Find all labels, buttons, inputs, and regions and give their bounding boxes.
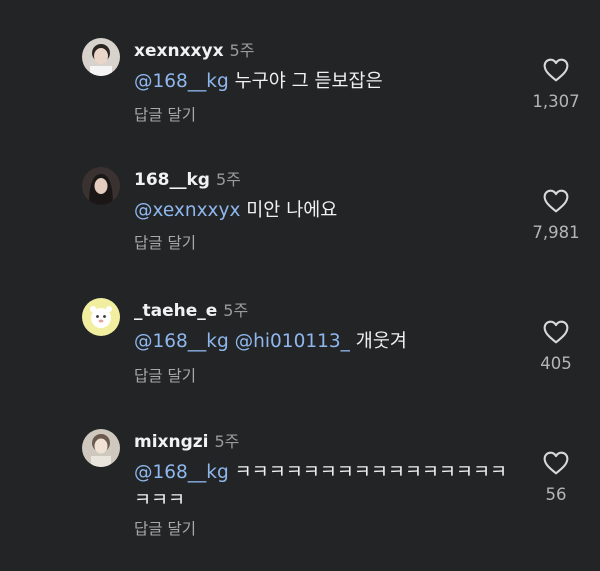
comment-text: @168__kg 누구야 그 듣보잡은 xyxy=(134,68,514,96)
heart-icon[interactable] xyxy=(543,189,569,213)
like-control: 7,981 xyxy=(516,189,596,242)
avatar-photo-icon xyxy=(82,167,120,205)
mention-link[interactable]: @hi010113_ xyxy=(235,331,350,352)
comment-header: xexnxxyx 5주 xyxy=(134,40,254,62)
like-count: 1,307 xyxy=(532,92,580,111)
comment-text: @xexnxxyx 미안 나에요 xyxy=(134,197,514,225)
heart-icon[interactable] xyxy=(543,451,569,475)
reply-button[interactable]: 답글 달기 xyxy=(134,231,196,253)
mention-link[interactable]: @xexnxxyx xyxy=(134,200,240,221)
avatar[interactable] xyxy=(82,298,120,336)
comment-header: _taehe_e 5주 xyxy=(134,300,248,322)
timestamp: 5주 xyxy=(229,41,255,60)
heart-icon[interactable] xyxy=(543,58,569,82)
avatar-photo-icon xyxy=(82,298,120,336)
like-count: 56 xyxy=(545,485,567,504)
avatar[interactable] xyxy=(82,429,120,467)
like-count: 405 xyxy=(540,354,572,373)
avatar[interactable] xyxy=(82,167,120,205)
comment-body: 누구야 그 듣보잡은 xyxy=(228,71,383,92)
username[interactable]: xexnxxyx xyxy=(134,41,224,61)
username[interactable]: mixngzi xyxy=(134,432,209,452)
reply-button[interactable]: 답글 달기 xyxy=(134,364,196,386)
reply-button[interactable]: 답글 달기 xyxy=(134,103,196,125)
timestamp: 5주 xyxy=(214,432,240,451)
comment-body: 개웃겨 xyxy=(349,331,407,352)
comment-body: 미안 나에요 xyxy=(240,200,338,221)
mention-link[interactable]: @168__kg xyxy=(134,71,229,92)
like-control: 1,307 xyxy=(516,58,596,111)
comment-header: 168__kg 5주 xyxy=(134,169,241,191)
avatar[interactable] xyxy=(82,38,120,76)
comment-header: mixngzi 5주 xyxy=(134,431,239,453)
avatar-photo-icon xyxy=(82,38,120,76)
reply-button[interactable]: 답글 달기 xyxy=(134,517,196,539)
heart-icon[interactable] xyxy=(543,320,569,344)
mention-link[interactable]: @168__kg xyxy=(134,331,229,352)
comment-text: @168__kg @hi010113_ 개웃겨 xyxy=(134,328,514,356)
comment-text: @168__kg ㅋㅋㅋㅋㅋㅋㅋㅋㅋㅋㅋㅋㅋㅋㅋㅋㅋㅋㅋ xyxy=(134,459,514,515)
mention-link[interactable]: @168__kg xyxy=(134,462,229,483)
like-control: 405 xyxy=(516,320,596,373)
avatar-photo-icon xyxy=(82,429,120,467)
like-count: 7,981 xyxy=(532,223,580,242)
username[interactable]: 168__kg xyxy=(134,170,210,190)
timestamp: 5주 xyxy=(223,301,249,320)
like-control: 56 xyxy=(516,451,596,504)
timestamp: 5주 xyxy=(215,170,241,189)
username[interactable]: _taehe_e xyxy=(134,301,217,321)
